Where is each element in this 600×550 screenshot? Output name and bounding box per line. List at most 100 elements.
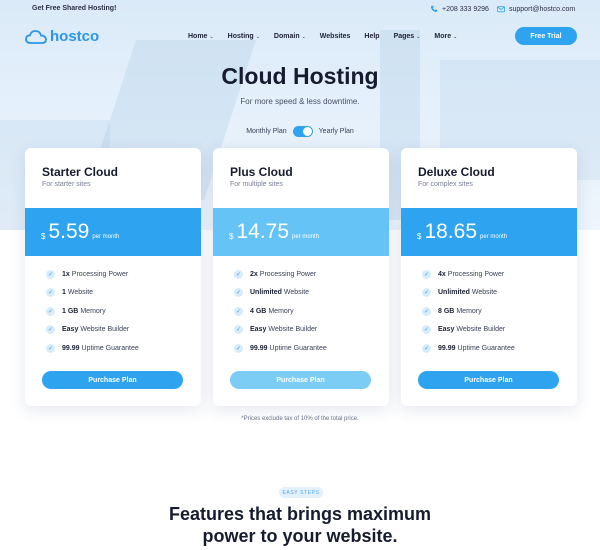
price-note: *Prices exclude tax of 10% of the total …	[241, 416, 359, 422]
feature-text: Memory	[80, 307, 106, 315]
feature-text: Memory	[456, 307, 482, 315]
feature-value: 1	[62, 289, 66, 297]
monthly-plan-label[interactable]: Monthly Plan	[246, 128, 286, 135]
features-title-line-2: power to your website.	[202, 526, 398, 546]
cloud-icon	[25, 29, 47, 44]
price-period: per month	[92, 234, 120, 240]
feature-text: Website Builder	[268, 326, 318, 334]
plan-name: Deluxe Cloud	[418, 165, 495, 179]
check-icon: ✓	[234, 343, 243, 353]
plan-price: 5.59	[48, 220, 90, 243]
feature-value: 4x	[438, 270, 446, 278]
feature-text: Uptime Guarantee	[269, 344, 327, 352]
phone-contact[interactable]: +208 333 9296	[430, 5, 489, 13]
check-icon: ✓	[422, 325, 431, 335]
check-icon: ✓	[422, 343, 431, 353]
nav-item-label: Hosting	[227, 33, 254, 40]
nav-item-help[interactable]: Help	[364, 33, 379, 40]
nav-item-hosting[interactable]: Hosting ⌄	[228, 33, 260, 40]
feature-item: ✓ 1 Website	[46, 284, 139, 303]
check-icon: ✓	[422, 288, 431, 298]
plan-name: Plus Cloud	[230, 165, 293, 179]
nav-item-label: Websites	[319, 33, 351, 40]
purchase-plan-button[interactable]: Purchase Plan	[418, 371, 559, 389]
check-icon: ✓	[234, 269, 243, 279]
plan-switch[interactable]	[292, 126, 313, 137]
feature-value: Unlimited	[250, 289, 282, 297]
feature-value: 4 GB	[250, 307, 267, 315]
nav-item-label: Domain	[273, 33, 300, 40]
feature-value: 1 GB	[62, 307, 79, 315]
feature-item: ✓ Unlimited Website	[422, 284, 515, 303]
price-band: $ 18.65 per month	[401, 208, 577, 256]
feature-item: ✓ 99.99 Uptime Guarantee	[234, 339, 327, 358]
feature-text: Processing Power	[447, 270, 505, 278]
nav-item-home[interactable]: Home ⌄	[188, 33, 214, 40]
free-trial-button[interactable]: Free Trial	[515, 27, 577, 45]
top-bar: Get Free Shared Hosting! +208 333 9296 s…	[0, 0, 600, 18]
plan-card-plus: Plus Cloud For multiple sites $ 14.75 pe…	[213, 148, 389, 406]
plan-price: 18.65	[424, 220, 478, 243]
promo-text[interactable]: Get Free Shared Hosting!	[32, 5, 116, 12]
feature-item: ✓ 99.99 Uptime Guarantee	[422, 339, 515, 358]
billing-toggle: Monthly Plan Yearly Plan	[0, 126, 600, 137]
email-contact[interactable]: support@hostco.com	[497, 5, 575, 13]
chevron-down-icon: ⌄	[209, 33, 214, 40]
feature-list: ✓ 2x Processing Power ✓ Unlimited Website ✓ 4…	[234, 265, 327, 358]
nav-item-label: More	[434, 33, 452, 40]
price-band: $ 14.75 per month	[213, 208, 389, 256]
nav-item-label: Home	[188, 33, 208, 40]
feature-value: Unlimited	[438, 289, 470, 297]
feature-item: ✓ Unlimited Website	[234, 284, 327, 303]
feature-value: 8 GB	[438, 307, 455, 315]
purchase-plan-button[interactable]: Purchase Plan	[42, 371, 183, 389]
logo[interactable]: hostco	[25, 28, 99, 45]
feature-text: Processing Power	[71, 270, 129, 278]
main-navigation: hostco Home ⌄ Hosting ⌄ Domain ⌄ Websites H…	[0, 22, 600, 52]
feature-text: Processing Power	[259, 270, 317, 278]
nav-item-label: Help	[364, 33, 380, 40]
feature-value: Easy	[438, 326, 455, 334]
check-icon: ✓	[422, 306, 431, 316]
check-icon: ✓	[46, 306, 55, 316]
plan-card-starter: Starter Cloud For starter sites $ 5.59 p…	[25, 148, 201, 406]
email-address: support@hostco.com	[509, 5, 576, 13]
features-section-title: Features that brings maximum power to yo…	[0, 503, 600, 547]
currency-symbol: $	[229, 231, 234, 241]
feature-item: ✓ 4 GB Memory	[234, 302, 327, 321]
page-title: Cloud Hosting	[221, 63, 379, 89]
plan-card-deluxe: Deluxe Cloud For complex sites $ 18.65 p…	[401, 148, 577, 406]
brand-name: hostco	[50, 28, 100, 45]
feature-value: 99.99	[250, 344, 268, 352]
feature-text: Website	[67, 289, 94, 297]
price-period: per month	[292, 234, 320, 240]
section-badge: EASY STEPS	[279, 487, 323, 498]
feature-item: ✓ 1 GB Memory	[46, 302, 139, 321]
currency-symbol: $	[417, 231, 422, 241]
features-title-line-1: Features that brings maximum	[168, 504, 432, 524]
nav-item-pages[interactable]: Pages ⌄	[394, 33, 421, 40]
nav-item-more[interactable]: More ⌄	[434, 33, 457, 40]
check-icon: ✓	[46, 288, 55, 298]
switch-knob	[302, 127, 312, 136]
price-band: $ 5.59 per month	[25, 208, 201, 256]
feature-item: ✓ Easy Website Builder	[46, 321, 139, 340]
feature-item: ✓ 1x Processing Power	[46, 265, 139, 284]
check-icon: ✓	[46, 343, 55, 353]
yearly-plan-label[interactable]: Yearly Plan	[319, 128, 354, 135]
feature-text: Uptime Guarantee	[457, 344, 515, 352]
check-icon: ✓	[234, 306, 243, 316]
feature-value: Easy	[62, 326, 79, 334]
feature-text: Website	[471, 289, 498, 297]
feature-text: Uptime Guarantee	[81, 344, 139, 352]
purchase-plan-button[interactable]: Purchase Plan	[230, 371, 371, 389]
feature-item: ✓ Easy Website Builder	[234, 321, 327, 340]
feature-item: ✓ 4x Processing Power	[422, 265, 515, 284]
chevron-down-icon: ⌄	[301, 33, 306, 40]
feature-item: ✓ 8 GB Memory	[422, 302, 515, 321]
phone-number: +208 333 9296	[442, 5, 489, 13]
chevron-down-icon: ⌄	[453, 33, 458, 40]
nav-item-websites[interactable]: Websites	[320, 33, 351, 40]
phone-icon	[430, 5, 438, 12]
nav-item-domain[interactable]: Domain ⌄	[274, 33, 306, 40]
